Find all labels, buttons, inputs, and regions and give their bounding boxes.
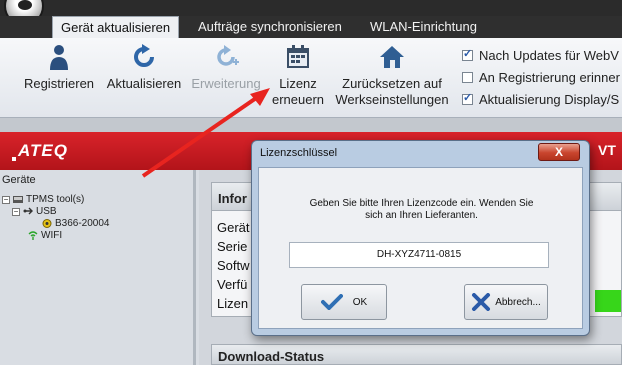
lizenz-label-line2: erneuern	[271, 92, 325, 107]
tree-title: Geräte	[2, 174, 36, 186]
download-status-title: Download-Status	[211, 344, 622, 365]
zuruecksetzen-button[interactable]: Zurücksetzen auf Werkseinstellungen	[332, 38, 452, 118]
tpms-sensor-icon	[42, 219, 52, 228]
ribbon-footer-bar	[0, 118, 622, 132]
dialog-body: Geben Sie bitte Ihren Lizenzcode ein. We…	[258, 167, 583, 329]
zuruecksetzen-label-line2: Werkseinstellungen	[335, 92, 449, 107]
zuruecksetzen-label-line1: Zurücksetzen auf	[342, 76, 442, 91]
info-row-lizenz: Lizen	[217, 296, 249, 311]
dialog-close-button[interactable]: X	[538, 143, 580, 161]
check-aktualisierung-display[interactable]: Aktualisierung Display/S	[462, 88, 622, 110]
collapse-icon[interactable]: −	[12, 207, 20, 216]
device-tree-pane: Geräte − TPMS tool(s) − USB B366-20004 W…	[0, 170, 196, 365]
checkbox-unchecked-icon[interactable]	[462, 71, 473, 83]
tab-geraet-aktualisieren[interactable]: Gerät aktualisieren	[52, 16, 180, 39]
lizenz-label-line1: Lizenz	[279, 76, 317, 91]
cancel-button[interactable]: Abbrech...	[464, 284, 548, 320]
tree-node-label: TPMS tool(s)	[26, 194, 85, 205]
tree-node-usb[interactable]: − USB	[12, 206, 57, 217]
ribbon-options: Nach Updates für WebV An Registrierung e…	[462, 44, 622, 110]
ok-button[interactable]: OK	[301, 284, 387, 320]
tab-auftraege-synchronisieren[interactable]: Aufträge synchronisieren	[190, 16, 350, 38]
checkbox-checked-icon[interactable]	[462, 47, 473, 61]
logo-dot-icon	[12, 157, 16, 161]
header-right-text: VT	[598, 142, 616, 158]
license-code-input[interactable]: DH-XYZ4711-0815	[289, 242, 549, 268]
usb-icon	[23, 207, 33, 215]
erweiterung-label: Erweiterung	[191, 76, 261, 91]
tab-wlan-einrichtung[interactable]: WLAN-Einrichtung	[362, 16, 485, 38]
info-row-serie: Serie	[217, 239, 248, 254]
check-label: Nach Updates für WebV	[479, 47, 619, 63]
registrieren-button[interactable]: Registrieren	[18, 38, 100, 118]
cancel-label: Abbrech...	[495, 296, 541, 308]
house-icon	[377, 42, 407, 72]
person-icon	[44, 42, 74, 72]
info-row-software: Softw	[217, 258, 250, 273]
info-row-verfuegbar: Verfü	[217, 277, 248, 292]
calendar-icon	[283, 42, 313, 72]
tree-node-label: WIFI	[41, 230, 63, 241]
dialog-message-line1: Geben Sie bitte Ihren Lizenzcode ein. We…	[309, 198, 534, 209]
tree-node-tpms[interactable]: − TPMS tool(s)	[2, 194, 84, 205]
license-dialog: Lizenzschlüssel X Geben Sie bitte Ihren …	[251, 140, 590, 336]
check-label: Aktualisierung Display/S	[479, 91, 620, 107]
info-row-geraet: Gerät	[217, 220, 250, 235]
cross-icon	[472, 293, 491, 311]
wifi-icon	[28, 231, 38, 240]
lizenz-erneuern-button[interactable]: Lizenz erneuern	[266, 38, 330, 118]
aktualisieren-label: Aktualisieren	[106, 76, 182, 91]
checkbox-checked-icon[interactable]	[462, 91, 473, 105]
ok-label: OK	[352, 296, 368, 308]
check-registrierung-erinnern[interactable]: An Registrierung erinner	[462, 66, 622, 88]
ateq-logo: ATEQ	[18, 141, 68, 160]
refresh-icon	[129, 42, 159, 72]
dialog-message-line2: sich an Ihren Lieferanten.	[365, 210, 478, 221]
tree-node-label: B366-20004	[55, 218, 110, 229]
collapse-icon[interactable]: −	[2, 195, 10, 204]
check-label: An Registrierung erinner	[479, 69, 620, 85]
aktualisieren-button[interactable]: Aktualisieren	[101, 38, 187, 118]
window-top-strip	[0, 0, 622, 16]
tree-node-b366[interactable]: B366-20004	[42, 218, 110, 229]
device-icon	[13, 196, 23, 203]
dialog-message: Geben Sie bitte Ihren Lizenzcode ein. We…	[279, 198, 564, 222]
check-nach-updates[interactable]: Nach Updates für WebV	[462, 44, 622, 66]
erweiterung-button[interactable]: Erweiterung	[188, 38, 264, 118]
tree-node-label: USB	[36, 206, 57, 217]
license-status-bar	[595, 290, 621, 312]
registrieren-label: Registrieren	[23, 76, 95, 91]
ribbon-panel: Registrieren Aktualisieren Erweiterung L…	[0, 38, 622, 118]
checkmark-icon	[320, 294, 343, 310]
dialog-title: Lizenzschlüssel	[260, 147, 338, 159]
tree-node-wifi[interactable]: WIFI	[28, 230, 62, 241]
refresh-plus-icon	[211, 42, 241, 72]
ribbon-tabbar: Gerät aktualisieren Aufträge synchronisi…	[0, 16, 622, 39]
